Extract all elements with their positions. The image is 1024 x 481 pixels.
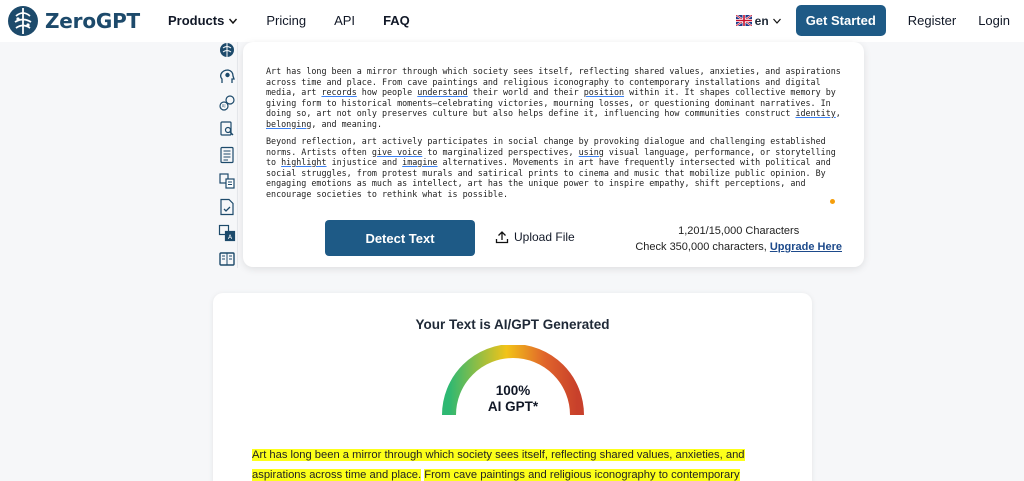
text-segment: , [835, 108, 841, 118]
chevron-down-icon [772, 18, 781, 24]
upgrade-link[interactable]: Upgrade Here [770, 241, 842, 253]
suggestion-word[interactable]: records [321, 87, 356, 97]
brain-logo-icon [8, 6, 38, 36]
nav-products-label: Products [168, 13, 225, 28]
nav-products[interactable]: Products [168, 13, 238, 28]
nav-pricing[interactable]: Pricing [266, 13, 306, 28]
char-limit-info: Check 350,000 characters, Upgrade Here [635, 239, 842, 255]
result-title: Your Text is AI/GPT Generated [415, 317, 610, 332]
suggestion-word[interactable]: highlight [281, 157, 326, 167]
ai-percentage: 100% [495, 383, 531, 398]
logo[interactable]: ZeroGPT [6, 4, 140, 38]
upload-file-button[interactable]: Upload File [495, 230, 575, 244]
book-icon[interactable] [218, 250, 236, 268]
uk-flag-icon [735, 15, 752, 26]
gauge-readout: 100% AI GPT* [441, 383, 585, 415]
svg-text:AI: AI [221, 104, 225, 109]
grammar-indicator-dot[interactable] [830, 199, 835, 204]
ai-chat-icon[interactable]: AI [218, 94, 236, 112]
detect-text-button[interactable]: Detect Text [325, 220, 475, 256]
login-link[interactable]: Login [978, 13, 1010, 28]
check-text: Check 350,000 characters, [635, 241, 770, 253]
ai-highlight-segment: From cave paintings and religious iconog… [424, 469, 740, 481]
suggestion-word[interactable]: identity [795, 108, 835, 118]
suggestion-word[interactable]: imagine [402, 157, 437, 167]
grammar-icon[interactable] [218, 172, 236, 190]
text-segment: , and meaning. [311, 118, 382, 129]
suggestion-word[interactable]: give voice [372, 147, 422, 157]
language-label: en [754, 13, 769, 28]
brain-icon[interactable] [218, 42, 236, 60]
character-counter: 1,201/15,000 Characters Check 350,000 ch… [635, 223, 842, 255]
text-segment: injustice and [326, 157, 403, 167]
text-segment: their world and their [467, 87, 584, 97]
suggestion-word[interactable]: position [584, 87, 624, 97]
suggestion-word[interactable]: using [579, 147, 604, 157]
chevron-down-icon [229, 18, 238, 24]
main-nav: Products Pricing API FAQ [168, 13, 410, 28]
suggestion-word[interactable]: belonging [266, 119, 311, 129]
text-input-card: Art has long been a mirror through which… [243, 42, 864, 267]
get-started-button[interactable]: Get Started [795, 5, 886, 36]
nav-api[interactable]: API [334, 13, 355, 28]
char-count: 1,201/15,000 Characters [678, 225, 800, 237]
suggestion-word[interactable]: understand [417, 87, 467, 97]
highlighted-text: Art has long been a mirror through which… [252, 445, 762, 481]
brand-name: ZeroGPT [45, 9, 140, 33]
register-link[interactable]: Register [908, 13, 956, 28]
document-check-icon[interactable] [218, 198, 236, 216]
nav-faq[interactable]: FAQ [383, 13, 410, 28]
result-card: Your Text is AI/GPT Generated 100% AI GP… [213, 293, 812, 481]
text-segment: how people [356, 87, 418, 97]
document-search-icon[interactable] [218, 120, 236, 138]
text-segment: to marginalized perspectives, [422, 146, 579, 157]
upload-icon [495, 231, 509, 244]
document-lines-icon[interactable] [218, 146, 236, 164]
essay-text-area[interactable]: Art has long been a mirror through which… [266, 66, 841, 206]
header-actions: en Get Started Register Login [735, 5, 1010, 36]
language-selector[interactable]: en [735, 13, 782, 28]
head-ai-icon[interactable] [218, 68, 236, 86]
translate-icon[interactable]: A [218, 224, 236, 242]
top-header: ZeroGPT Products Pricing API FAQ en Get … [0, 0, 1024, 42]
essay-paragraph-2: Beyond reflection, art actively particip… [266, 136, 841, 199]
essay-paragraph-1: Art has long been a mirror through which… [266, 66, 841, 129]
upload-label: Upload File [514, 230, 575, 244]
ai-verdict: AI GPT* [487, 399, 539, 414]
tools-rail: AI A [216, 42, 238, 268]
